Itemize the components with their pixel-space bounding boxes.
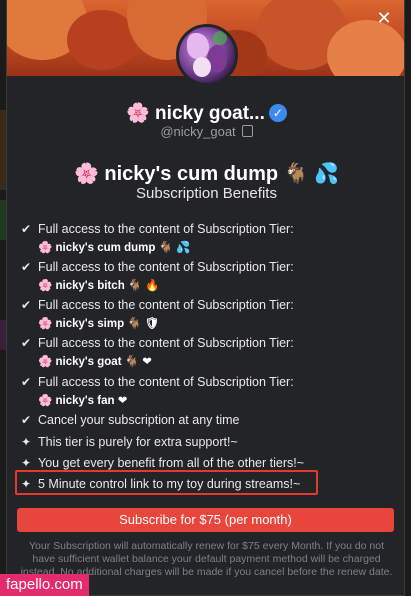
tier-title: 🌸 nicky's cum dump 🐐 💦 — [73, 163, 340, 185]
creator-handle: @nicky_goat — [160, 124, 236, 139]
benefit-text: You get every benefit from all of the ot… — [38, 456, 305, 470]
benefit-text: Full access to the content of Subscripti… — [38, 375, 294, 389]
sparkle-icon: ✦ — [20, 435, 32, 449]
check-icon: ✔ — [20, 413, 32, 427]
creator-name-row: 🌸 nicky goat... ✓ — [7, 101, 404, 125]
check-icon: ✔ — [20, 336, 32, 350]
check-icon: ✔ — [20, 375, 32, 389]
copy-icon[interactable] — [241, 125, 253, 137]
benefit-text: Cancel your subscription at any time — [38, 413, 240, 427]
subscription-modal: ✕ 🌸 nicky goat... ✓ @nicky_goat 🌸 nicky's… — [6, 0, 405, 596]
benefit-tier-name: 🌸 nicky's simp 🐐 🛡 — [38, 318, 160, 330]
benefit-tier-name: 🌸 nicky's bitch 🐐 🔥 — [38, 280, 160, 292]
avatar — [176, 24, 238, 86]
benefits-heading: Subscription Benefits — [136, 185, 277, 202]
benefit-text: Full access to the content of Subscripti… — [38, 298, 294, 312]
benefit-tier-name: 🌸 nicky's cum dump 🐐 💦 — [38, 242, 191, 254]
benefit-text: Full access to the content of Subscripti… — [38, 336, 294, 350]
sparkle-icon: ✦ — [20, 456, 32, 470]
benefit-text: Full access to the content of Subscripti… — [38, 260, 294, 274]
verified-badge-icon: ✓ — [268, 104, 287, 122]
subscribe-button[interactable]: Subscribe for $75 (per month) — [17, 508, 394, 532]
benefit-tier-name: 🌸 nicky's goat 🐐 ❤ — [38, 356, 152, 368]
check-icon: ✔ — [20, 222, 32, 236]
creator-name: 🌸 nicky goat... — [126, 103, 265, 124]
close-button[interactable]: ✕ — [374, 8, 394, 28]
handle-row: @nicky_goat — [7, 124, 404, 139]
watermark-logo: fapello.com — [0, 574, 89, 596]
benefit-text: Full access to the content of Subscripti… — [38, 222, 294, 236]
close-icon: ✕ — [376, 8, 392, 28]
benefit-tier-name: 🌸 nicky's fan ❤ — [38, 395, 128, 407]
benefit-text: This tier is purely for extra support!~ — [38, 435, 238, 449]
highlight-annotation — [15, 470, 318, 495]
check-icon: ✔ — [20, 260, 32, 274]
check-icon: ✔ — [20, 298, 32, 312]
